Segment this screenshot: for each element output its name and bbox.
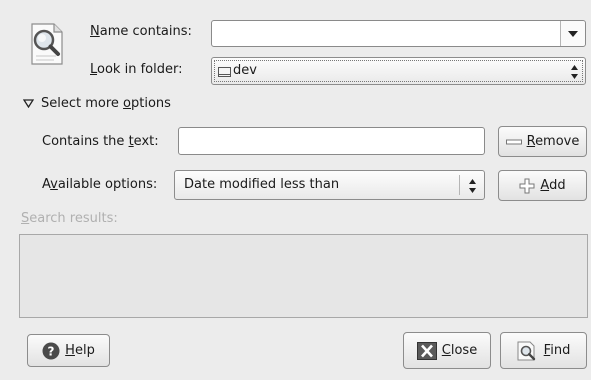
look-in-folder-select[interactable]: dev xyxy=(211,57,586,85)
add-icon xyxy=(519,178,535,194)
svg-text:?: ? xyxy=(48,344,55,358)
close-icon xyxy=(416,341,437,360)
find-label: Find xyxy=(543,343,571,358)
more-options-label: Select more options xyxy=(41,96,171,111)
available-options-select[interactable]: Date modified less than xyxy=(174,170,485,200)
name-contains-combo[interactable] xyxy=(211,20,586,47)
add-label: Add xyxy=(540,178,566,193)
look-in-folder-label: Look in folder: xyxy=(90,62,183,77)
available-options-value: Date modified less than xyxy=(184,177,340,192)
name-contains-input[interactable] xyxy=(216,24,556,45)
close-button[interactable]: Close xyxy=(403,332,491,369)
more-options-expander[interactable]: Select more options xyxy=(23,96,171,111)
name-contains-dropdown-button[interactable] xyxy=(560,21,585,46)
search-document-icon xyxy=(28,22,68,66)
close-label: Close xyxy=(441,343,478,358)
remove-label: Remove xyxy=(526,134,580,149)
help-icon: ? xyxy=(42,342,60,360)
available-options-label: Available options: xyxy=(42,177,158,192)
find-button[interactable]: Find xyxy=(500,332,587,369)
expander-down-icon xyxy=(23,99,34,108)
remove-icon xyxy=(505,138,522,146)
contains-text-label: Contains the text: xyxy=(42,134,159,149)
contains-text-input[interactable] xyxy=(178,127,485,155)
select-arrows-icon xyxy=(469,179,476,197)
help-label: Help xyxy=(65,343,95,358)
help-button[interactable]: ? Help xyxy=(27,334,110,367)
chevron-down-icon xyxy=(568,30,578,37)
folder-icon xyxy=(218,65,231,81)
remove-button[interactable]: Remove xyxy=(498,126,587,157)
select-arrows-icon xyxy=(571,65,578,79)
search-results-list[interactable] xyxy=(19,234,588,318)
name-contains-label: Name contains: xyxy=(90,24,192,39)
add-button[interactable]: Add xyxy=(498,170,587,201)
look-in-folder-value: dev xyxy=(233,63,257,78)
find-icon xyxy=(517,341,539,361)
search-results-label: Search results: xyxy=(21,211,118,226)
